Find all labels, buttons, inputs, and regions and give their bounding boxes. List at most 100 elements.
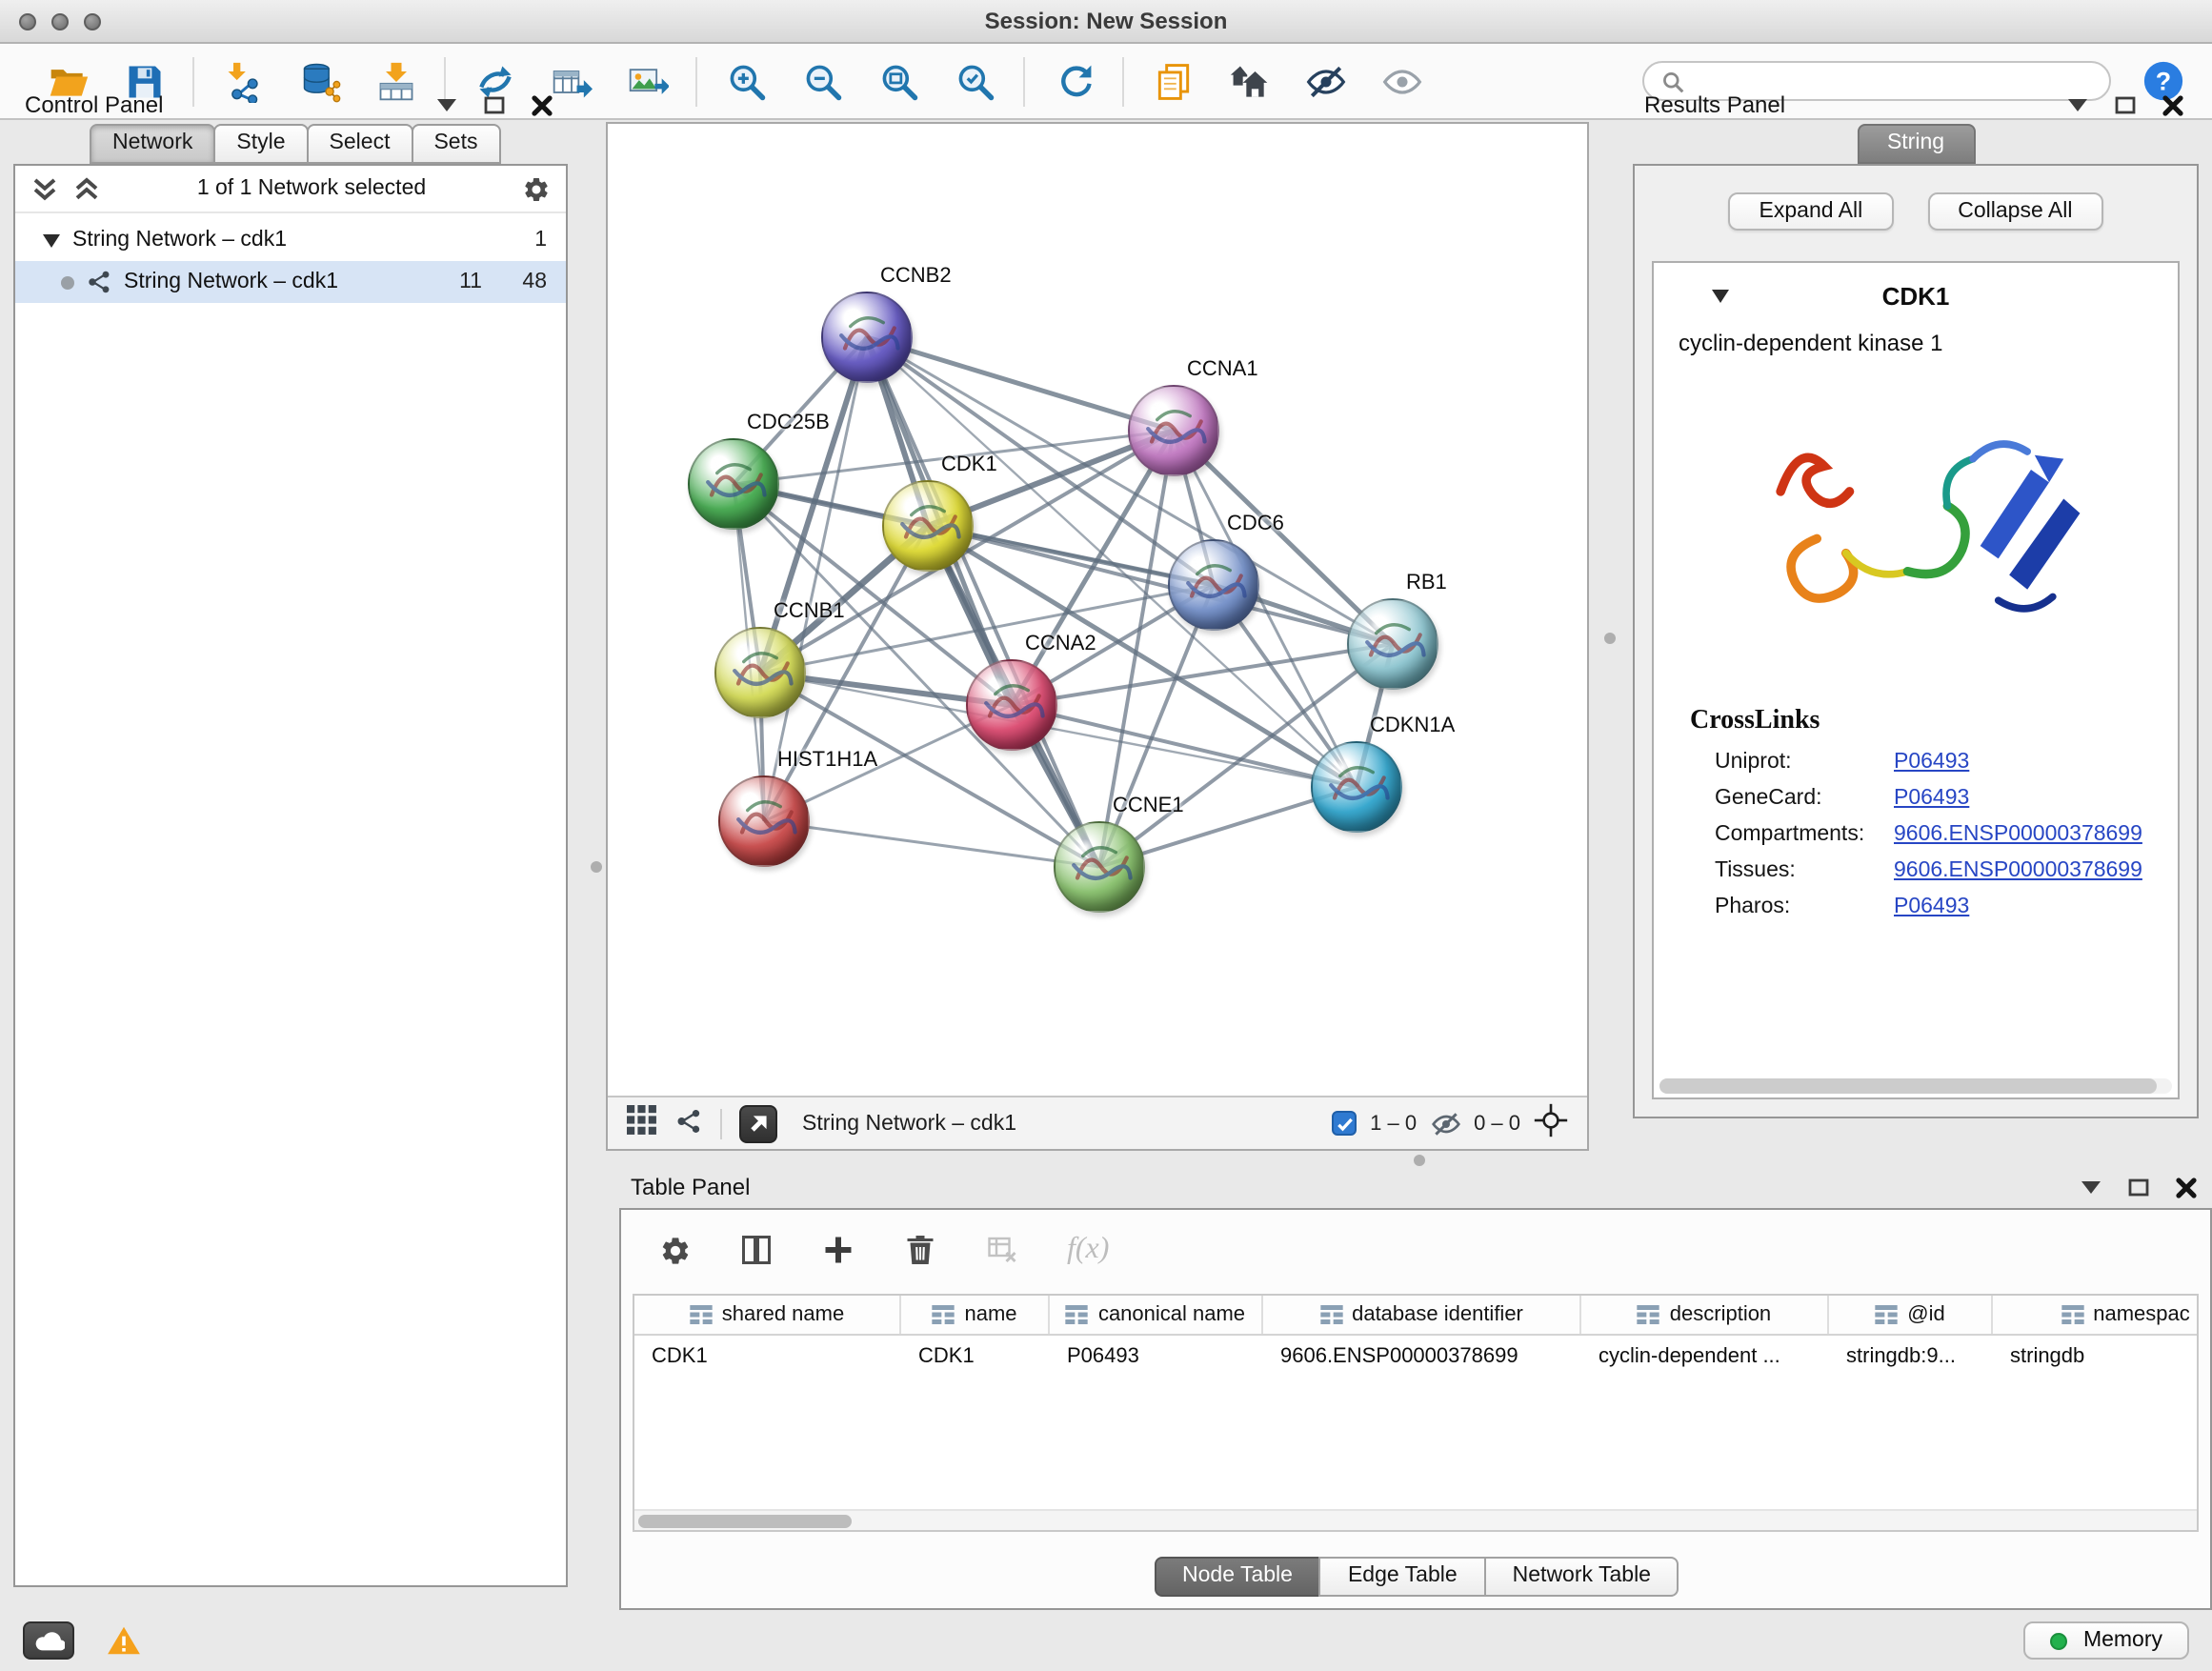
crosslink-link[interactable]: P06493 (1894, 750, 1969, 773)
tab-network-table[interactable]: Network Table (1484, 1557, 1679, 1597)
float-panel-icon[interactable] (2128, 1178, 2149, 1197)
cloud-button[interactable] (23, 1621, 74, 1660)
collapse-all-button[interactable]: Collapse All (1927, 192, 2102, 231)
protein-thumbnail (968, 661, 1056, 749)
birdseye-toggle-button[interactable] (739, 1104, 777, 1142)
add-button[interactable] (821, 1233, 855, 1267)
column-header-database-identifier[interactable]: database identifier (1263, 1296, 1581, 1334)
network-node-CDC6[interactable] (1168, 539, 1259, 631)
splitter-handle[interactable] (1604, 633, 1616, 644)
tab-style[interactable]: Style (213, 124, 308, 164)
network-overview-button[interactable] (674, 1106, 703, 1140)
zoom-out-button[interactable] (798, 57, 846, 105)
selection-status: 1 of 1 Network selected (114, 177, 509, 200)
selected-indicator-checkbox[interactable] (1332, 1111, 1357, 1136)
network-node-CCNA2[interactable] (966, 659, 1057, 751)
home-icon (1228, 60, 1270, 102)
tab-network[interactable]: Network (90, 124, 215, 164)
table-cell[interactable]: CDK1 (634, 1344, 901, 1367)
scrollbar-thumb[interactable] (638, 1515, 852, 1528)
network-node-RB1[interactable] (1347, 598, 1438, 690)
tab-edge-table[interactable]: Edge Table (1319, 1557, 1486, 1597)
splitter-handle[interactable] (591, 861, 602, 873)
float-panel-icon[interactable] (2115, 95, 2136, 114)
network-options-gear-icon[interactable] (522, 174, 551, 203)
column-header-id[interactable]: @id (1829, 1296, 1993, 1334)
network-node-CCNB2[interactable] (821, 292, 913, 383)
protein-thumbnail (716, 629, 804, 716)
grid-view-button[interactable] (627, 1105, 657, 1141)
minimize-window-button[interactable] (51, 13, 69, 30)
table-row[interactable]: CDK1CDK1P064939606.ENSP00000378699cyclin… (634, 1336, 2197, 1376)
collapse-entry-icon[interactable] (1711, 288, 1730, 305)
close-panel-icon[interactable] (2162, 94, 2183, 115)
column-header-name[interactable]: name (901, 1296, 1050, 1334)
panel-menu-caret-icon[interactable] (2067, 97, 2088, 112)
close-panel-icon[interactable] (532, 94, 553, 115)
column-header-canonical-name[interactable]: canonical name (1050, 1296, 1263, 1334)
memory-button[interactable]: Memory (2024, 1621, 2189, 1660)
close-window-button[interactable] (19, 13, 36, 30)
application-window: Session: New Session ? Control Panel Net… (0, 0, 2212, 1671)
tab-node-table[interactable]: Node Table (1154, 1557, 1321, 1597)
tab-string[interactable]: String (1857, 124, 1975, 164)
network-row[interactable]: String Network – cdk11148 (15, 261, 566, 303)
panel-menu-caret-icon[interactable] (2081, 1179, 2101, 1195)
protein-entry: CDK1 cyclin-dependent kinase 1 (1652, 261, 2180, 1099)
expand-all-button[interactable]: Expand All (1729, 192, 1894, 231)
column-header-description[interactable]: description (1581, 1296, 1829, 1334)
table-cell[interactable]: P06493 (1050, 1344, 1263, 1367)
tree-expander-icon[interactable] (42, 232, 61, 249)
gear-button[interactable] (659, 1234, 692, 1266)
zoom-selected-button[interactable] (951, 57, 998, 105)
network-node-HIST1H1A[interactable] (718, 775, 810, 867)
column-type-icon (2061, 1305, 2083, 1324)
crosslink-link[interactable]: 9606.ENSP00000378699 (1894, 858, 2142, 881)
table-horizontal-scrollbar[interactable] (634, 1509, 2197, 1530)
current-network-indicator (61, 275, 74, 289)
splitter-handle[interactable] (1414, 1155, 1425, 1166)
tab-sets[interactable]: Sets (411, 124, 500, 164)
table-cell[interactable]: cyclin-dependent ... (1581, 1344, 1829, 1367)
zoom-in-button[interactable] (722, 57, 770, 105)
float-panel-icon[interactable] (484, 95, 505, 114)
tab-select[interactable]: Select (307, 124, 413, 164)
table-cell[interactable]: 9606.ENSP00000378699 (1263, 1344, 1581, 1367)
delete-button[interactable] (903, 1233, 937, 1267)
zoom-fit-button[interactable] (875, 57, 922, 105)
export-image-button[interactable] (623, 57, 671, 105)
results-horizontal-scrollbar[interactable] (1659, 1078, 2172, 1094)
panel-menu-caret-icon[interactable] (436, 97, 457, 112)
network-node-CDC25B[interactable] (688, 438, 779, 530)
collapse-all-icon[interactable] (30, 174, 59, 203)
network-node-CCNA1[interactable] (1128, 385, 1219, 476)
network-node-CDKN1A[interactable] (1311, 741, 1402, 833)
column-header-shared-name[interactable]: shared name (634, 1296, 901, 1334)
table-cell[interactable]: stringdb:9... (1829, 1344, 1993, 1367)
refresh-button[interactable] (1050, 57, 1097, 105)
duplicate-network-button[interactable] (1149, 57, 1196, 105)
network-node-CDK1[interactable] (882, 480, 974, 572)
network-node-CCNE1[interactable] (1054, 821, 1145, 913)
scrollbar-thumb[interactable] (1659, 1078, 2157, 1094)
column-header-namespac[interactable]: namespac (1993, 1296, 2199, 1334)
home-button[interactable] (1225, 57, 1273, 105)
collection-row[interactable]: String Network – cdk11 (15, 219, 566, 261)
fit-content-button[interactable] (1534, 1103, 1568, 1143)
node-label: CCNB1 (774, 600, 845, 623)
network-canvas[interactable]: CCNB2CCNA1CDC25BCDK1CDC6RB1CCNB1CCNA2CDK… (608, 124, 1587, 1096)
zoom-window-button[interactable] (84, 13, 101, 30)
close-panel-icon[interactable] (2176, 1177, 2197, 1198)
hide-selected-button[interactable] (1301, 57, 1349, 105)
entry-header[interactable]: CDK1 (1654, 263, 2178, 320)
crosslink-link[interactable]: P06493 (1894, 895, 1969, 917)
clear-table-icon (985, 1233, 1019, 1267)
expand-all-icon[interactable] (72, 174, 101, 203)
columns-button[interactable] (739, 1233, 774, 1267)
crosslink-link[interactable]: P06493 (1894, 786, 1969, 809)
network-node-CCNB1[interactable] (714, 627, 806, 718)
table-cell[interactable]: stringdb (1993, 1344, 2199, 1367)
warnings-button[interactable] (99, 1621, 149, 1660)
crosslink-link[interactable]: 9606.ENSP00000378699 (1894, 822, 2142, 845)
table-cell[interactable]: CDK1 (901, 1344, 1050, 1367)
